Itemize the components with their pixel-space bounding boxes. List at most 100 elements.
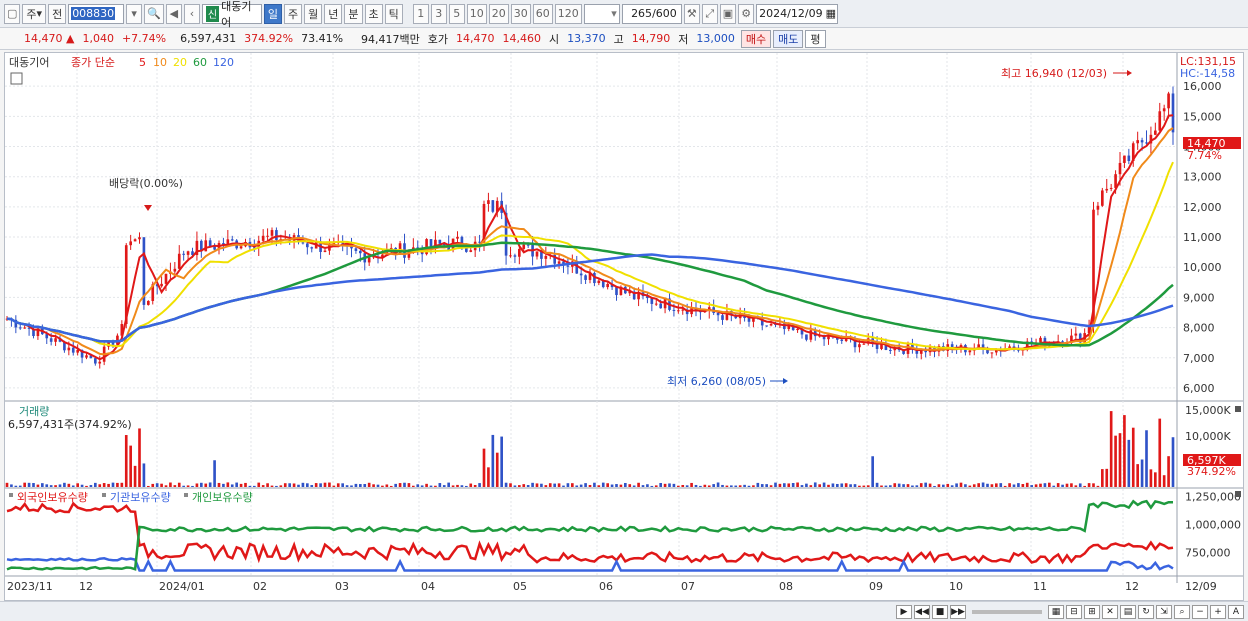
interval-20[interactable]: 20: [488, 3, 509, 24]
volume-bar: [712, 484, 715, 487]
volume-bar: [376, 484, 380, 487]
interval-dropdown[interactable]: ▾: [583, 3, 620, 24]
rewind-icon[interactable]: ◀◀: [914, 604, 930, 619]
volume-bar: [1123, 415, 1126, 487]
settings-icon[interactable]: ⚙: [738, 3, 755, 24]
save-icon[interactable]: ▣: [719, 3, 737, 24]
volume-bar: [778, 483, 782, 487]
volume-bar: [381, 485, 384, 487]
scroll-right-icon[interactable]: ▶: [896, 604, 912, 619]
period-dropdown[interactable]: 주 ▾: [22, 3, 47, 24]
candle-body: [1123, 155, 1126, 163]
date-field[interactable]: 2024/12/09 ▦: [756, 3, 839, 24]
tab-tick[interactable]: 틱: [384, 3, 403, 24]
zoom-out-icon[interactable]: −: [1192, 604, 1208, 619]
interval-120[interactable]: 120: [554, 3, 582, 24]
stock-name-field[interactable]: 신 대동기어: [201, 0, 262, 29]
interval-5[interactable]: 5: [448, 3, 465, 24]
data-count-field[interactable]: 265/600: [621, 3, 682, 24]
volume-bar: [1070, 483, 1073, 487]
volume-bar: [434, 485, 437, 487]
grid-icon[interactable]: ▤: [1120, 604, 1136, 619]
volume-bar: [336, 483, 340, 487]
quote-bar: 14,470 ▲ 1,040 +7.74% 6,597,431 374.92% …: [0, 28, 1248, 50]
volume-bar: [716, 482, 720, 487]
interval-60[interactable]: 60: [532, 3, 553, 24]
chart-tools-icon[interactable]: ⚒: [683, 3, 700, 24]
dividend-annotation: 배당락(0.00%): [109, 177, 183, 190]
candle-body: [1096, 205, 1100, 210]
tab-week[interactable]: 주: [284, 3, 303, 24]
interval-10[interactable]: 10: [466, 3, 487, 24]
search-chart-icon[interactable]: ⌕: [1174, 604, 1190, 619]
fast-forward-icon[interactable]: ▶▶: [950, 604, 966, 619]
tab-second[interactable]: 초: [364, 3, 383, 24]
volume-bar: [1087, 483, 1091, 487]
stop-icon[interactable]: ■: [932, 604, 948, 619]
x-tick-label: 03: [335, 580, 349, 593]
candle-body: [49, 338, 53, 342]
candle-body: [557, 261, 561, 264]
font-icon[interactable]: A: [1228, 604, 1244, 619]
speaker-icon[interactable]: ◀: [165, 3, 182, 24]
buy-button[interactable]: 매수: [740, 29, 772, 48]
tab-day[interactable]: 일: [263, 3, 283, 24]
candle-body: [429, 239, 433, 248]
stock-code-input[interactable]: 008830: [68, 3, 125, 24]
stock-chart[interactable]: 15,000K 10,000K 750,000 1,000,000 1,250,000…: [5, 53, 1243, 600]
interval-3[interactable]: 3: [430, 3, 447, 24]
candle-body: [323, 250, 327, 252]
export-icon[interactable]: ⇲: [1156, 604, 1172, 619]
candle-body: [747, 318, 751, 322]
tab-month[interactable]: 월: [304, 3, 323, 24]
calc-icon[interactable]: [10, 72, 23, 85]
volume-bar: [990, 484, 994, 487]
chart-area[interactable]: 15,000K 10,000K 750,000 1,000,000 1,250,000…: [4, 52, 1244, 601]
volume-bar: [323, 482, 327, 487]
candle-body: [261, 235, 265, 241]
volume-bar: [341, 483, 344, 487]
prev-button[interactable]: 전: [48, 3, 67, 24]
low-label: 저: [678, 32, 689, 46]
candle-body: [1109, 187, 1113, 189]
candle-body: [71, 347, 75, 353]
ma-legend-120: 120: [213, 56, 234, 69]
x-tick-label-last: 12/09: [1185, 580, 1217, 593]
volume-bar: [685, 485, 689, 487]
volume-ratio: 374.92%: [244, 32, 294, 45]
candle-body: [301, 242, 305, 244]
tab-year[interactable]: 년: [324, 3, 343, 24]
candle-body: [23, 327, 26, 329]
volume-bar: [831, 483, 835, 487]
volume-bar: [239, 483, 243, 487]
search-icon[interactable]: 🔍: [144, 3, 164, 24]
zoom-slider[interactable]: [972, 609, 1042, 614]
volume-close-icon[interactable]: [1235, 406, 1241, 412]
prev-stock-icon[interactable]: ‹: [183, 3, 200, 24]
data-count-max: /600: [652, 7, 677, 20]
refresh-icon[interactable]: ↻: [1138, 604, 1154, 619]
x-tick-label: 2023/11: [7, 580, 53, 593]
layout-icon[interactable]: ▦: [1048, 604, 1064, 619]
interval-1[interactable]: 1: [412, 3, 429, 24]
volume-bar: [818, 484, 821, 487]
average-button[interactable]: 평: [805, 29, 826, 48]
sell-button[interactable]: 매도: [773, 29, 804, 48]
split-icon[interactable]: ⊟: [1066, 604, 1082, 619]
crosshair-icon[interactable]: ✕: [1102, 604, 1118, 619]
holdings-close-icon[interactable]: [1235, 491, 1241, 497]
interval-30[interactable]: 30: [510, 3, 531, 24]
calendar-icon[interactable]: ▦: [826, 7, 836, 20]
window-icon[interactable]: ▢: [4, 3, 21, 24]
tab-minute[interactable]: 분: [344, 3, 363, 24]
dropdown-icon[interactable]: ▾: [126, 3, 143, 24]
holdings-legend-2: 개인보유수량: [192, 491, 253, 504]
panel-icon[interactable]: ⊞: [1084, 604, 1100, 619]
candle-body: [230, 239, 234, 241]
volume-bar: [725, 485, 729, 487]
volume-bar: [986, 483, 989, 487]
volume-title: 거래량: [19, 405, 49, 418]
draw-tool-icon[interactable]: ⤢: [701, 3, 718, 24]
candle-body: [716, 312, 720, 316]
zoom-in-icon[interactable]: +: [1210, 604, 1226, 619]
